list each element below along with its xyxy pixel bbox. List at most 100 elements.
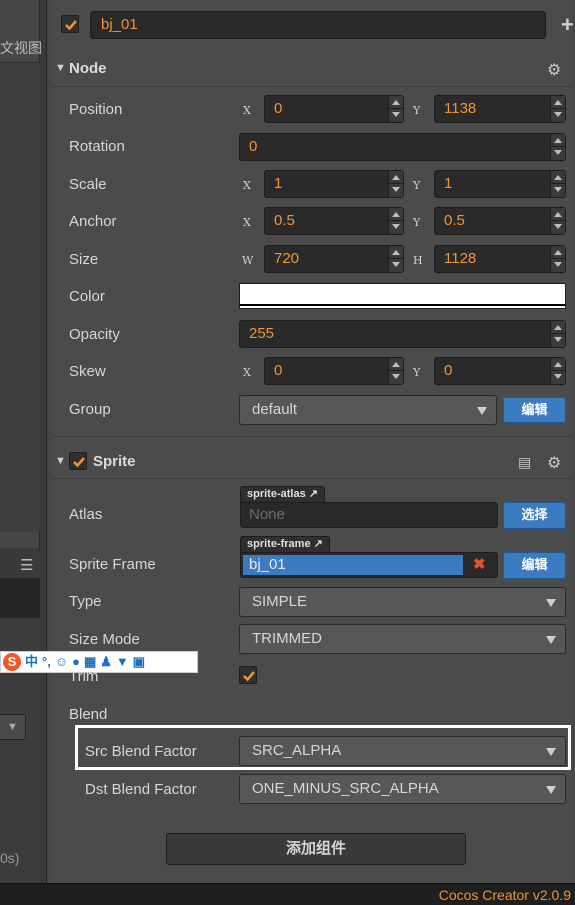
stepper[interactable] [550, 246, 566, 272]
size-mode-select[interactable]: TRIMMED [239, 624, 566, 654]
asset-type-tag: sprite-atlas ↗ [240, 486, 325, 502]
gear-icon[interactable]: ⚙ [547, 60, 561, 80]
atlas-select-button[interactable]: 选择 [503, 502, 566, 529]
chevron-down-icon [546, 599, 556, 607]
position-y-input[interactable]: 1138 [434, 95, 566, 123]
w-axis-label: W [242, 254, 254, 267]
sogou-logo-icon[interactable]: S [3, 653, 21, 671]
grid-icon[interactable]: ▣ [133, 652, 145, 672]
stepper[interactable] [388, 246, 404, 272]
sprite-enabled-checkbox[interactable] [69, 452, 87, 470]
ime-punct-toggle[interactable]: °, [42, 652, 51, 672]
group-edit-button[interactable]: 编辑 [503, 397, 566, 423]
divider [53, 478, 572, 479]
stepper[interactable] [550, 208, 566, 234]
anchor-x-input[interactable]: 0.5 [264, 207, 404, 235]
chevron-down-icon [546, 786, 556, 794]
trim-checkbox[interactable] [239, 666, 257, 684]
book-icon[interactable]: ▤ [518, 454, 531, 471]
chevron-down-icon [546, 636, 556, 644]
node-name-input[interactable]: bj_01 [90, 11, 546, 39]
position-label: Position [69, 101, 123, 118]
node-active-checkbox[interactable] [61, 15, 79, 33]
gear-icon[interactable]: ⚙ [547, 453, 561, 473]
stepper[interactable] [388, 96, 404, 122]
shirt-icon[interactable]: ▼ [116, 652, 129, 672]
opacity-input[interactable]: 255 [239, 320, 566, 348]
y-axis-label: Y [413, 216, 421, 229]
rotation-input[interactable]: 0 [239, 133, 566, 161]
color-swatch[interactable] [239, 283, 566, 309]
opacity-label: Opacity [69, 326, 120, 343]
dst-blend-select[interactable]: ONE_MINUS_SRC_ALPHA [239, 774, 566, 804]
h-axis-label: H [413, 254, 423, 267]
y-axis-label: Y [413, 366, 421, 379]
scale-y-input[interactable]: 1 [434, 170, 566, 198]
x-axis-label: X [243, 179, 251, 192]
stats-text: 0s) [0, 850, 20, 866]
add-component-button[interactable]: 添加组件 [166, 833, 466, 865]
blend-label: Blend [69, 706, 108, 723]
stepper[interactable] [550, 358, 566, 384]
chevron-down-icon[interactable]: ▼ [0, 714, 26, 740]
emoji-icon[interactable]: ☺ [55, 652, 68, 672]
sprite-section-title: Sprite [93, 453, 136, 470]
size-w-input[interactable]: 720 [264, 245, 404, 273]
group-label: Group [69, 401, 111, 418]
type-label: Type [69, 593, 102, 610]
divider [53, 86, 572, 87]
size-label: Size [69, 251, 99, 268]
stepper[interactable] [550, 96, 566, 122]
anchor-y-input[interactable]: 0.5 [434, 207, 566, 235]
rotation-label: Rotation [69, 138, 125, 155]
chevron-down-icon [477, 407, 487, 415]
stepper[interactable] [550, 321, 566, 347]
mic-icon[interactable]: ● [72, 652, 80, 672]
checkmark-icon [243, 671, 255, 682]
skew-x-input[interactable]: 0 [264, 357, 404, 385]
scale-x-input[interactable]: 1 [264, 170, 404, 198]
clear-icon[interactable]: ✖ [473, 553, 486, 577]
atlas-field[interactable]: None [240, 502, 498, 528]
group-select[interactable]: default [239, 395, 497, 425]
ime-lang-toggle[interactable]: 中 [25, 652, 38, 672]
keyboard-icon[interactable]: ▦ [84, 652, 96, 672]
scene-view-label: 文视图 [0, 40, 42, 56]
node-section-header[interactable]: ▼ Node ⚙ [53, 54, 572, 84]
asset-type-tag: sprite-frame ↗ [240, 536, 330, 552]
stepper[interactable] [388, 171, 404, 197]
stepper[interactable] [388, 358, 404, 384]
skew-label: Skew [69, 363, 106, 380]
inspector-panel: bj_01 + ▼ Node ⚙ Position X 0 Y 1138 Rot… [46, 0, 575, 883]
divider [53, 436, 572, 437]
sprite-section-header[interactable]: ▼ Sprite ▤ ⚙ [53, 447, 572, 477]
external-link-icon: ↗ [308, 488, 318, 500]
scene-grid[interactable] [0, 62, 40, 532]
dst-blend-label: Dst Blend Factor [85, 781, 197, 798]
user-icon[interactable]: ♟ [100, 652, 112, 672]
node-section-title: Node [69, 60, 107, 77]
anchor-label: Anchor [69, 213, 117, 230]
sprite-frame-edit-button[interactable]: 编辑 [503, 552, 566, 579]
type-select[interactable]: SIMPLE [239, 587, 566, 617]
ime-toolbar: S 中 °, ☺ ● ▦ ♟ ▼ ▣ [0, 651, 198, 673]
stepper[interactable] [550, 134, 566, 160]
stepper[interactable] [388, 208, 404, 234]
atlas-label: Atlas [69, 506, 103, 523]
x-axis-label: X [243, 216, 251, 229]
position-x-input[interactable]: 0 [264, 95, 404, 123]
x-axis-label: X [243, 366, 251, 379]
hamburger-icon[interactable]: ☰ [20, 556, 33, 574]
collapse-triangle-icon[interactable]: ▼ [55, 62, 66, 74]
version-text: Cocos Creator v2.0.9 [438, 887, 571, 903]
sprite-frame-label: Sprite Frame [69, 556, 156, 573]
collapse-triangle-icon[interactable]: ▼ [55, 455, 66, 467]
external-link-icon: ↗ [313, 538, 323, 550]
status-bar: Cocos Creator v2.0.9 [0, 883, 575, 905]
add-icon[interactable]: + [561, 12, 574, 38]
scale-label: Scale [69, 176, 107, 193]
sprite-frame-field[interactable]: bj_01 ✖ [240, 552, 498, 578]
stepper[interactable] [550, 171, 566, 197]
skew-y-input[interactable]: 0 [434, 357, 566, 385]
size-h-input[interactable]: 1128 [434, 245, 566, 273]
